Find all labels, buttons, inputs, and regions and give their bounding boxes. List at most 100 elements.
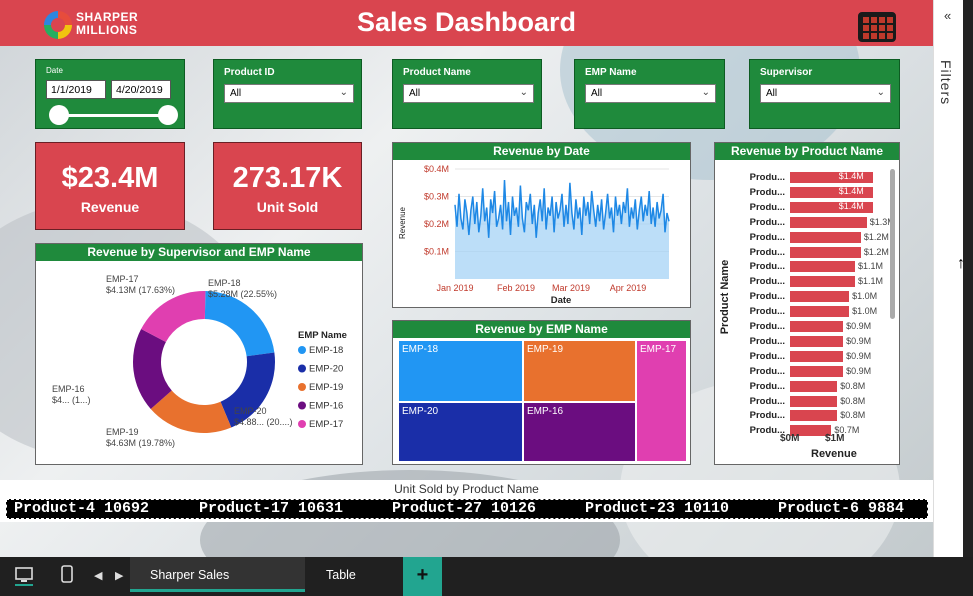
previous-page-icon[interactable]: ◀	[94, 569, 102, 582]
tab-table-view[interactable]: Table View	[306, 557, 402, 592]
revenue-by-supervisor-chart[interactable]: Revenue by Supervisor and EMP Name EMP-1…	[35, 243, 363, 465]
legend-marker	[298, 401, 306, 410]
collapse-filters-icon[interactable]: «	[944, 8, 951, 23]
revenue-by-emp-treemap[interactable]: Revenue by EMP Name EMP-18 EMP-19 EMP-17…	[392, 320, 691, 465]
legend-item[interactable]: EMP-16	[309, 401, 343, 412]
bar-row[interactable]: Produ... $1.1M	[715, 275, 895, 288]
emp-name-slicer[interactable]: EMP Name All ⌄	[574, 59, 725, 129]
supervisor-dropdown[interactable]: All ⌄	[760, 84, 891, 103]
bar[interactable]	[790, 395, 838, 407]
donut-label-name: EMP-20	[234, 406, 267, 416]
bar-category-label: Produ...	[749, 410, 785, 422]
units-sold-card[interactable]: 273.17K Unit Sold	[213, 142, 362, 230]
legend-item[interactable]: EMP-17	[309, 419, 343, 430]
donut-slice-emp-18[interactable]	[204, 291, 275, 357]
y-tick-label: $0.2M	[424, 219, 449, 229]
treemap-cell-emp-18[interactable]: EMP-18	[398, 340, 523, 402]
bar-row[interactable]: Produ... $0.7M	[715, 424, 895, 437]
product-name-dropdown[interactable]: All ⌄	[403, 84, 534, 103]
bar-row[interactable]: Produ... $1.0M	[715, 305, 895, 318]
donut-label-value: $4... (1...)	[52, 395, 91, 405]
bar[interactable]	[790, 321, 844, 332]
revenue-by-product-chart[interactable]: Revenue by Product Name Product Name Pro…	[714, 142, 900, 465]
supervisor-slicer[interactable]: Supervisor All ⌄	[749, 59, 900, 129]
table-grid-icon[interactable]	[858, 12, 896, 42]
bar[interactable]	[790, 291, 850, 303]
legend-marker	[298, 346, 306, 354]
start-date-handle[interactable]	[49, 105, 69, 125]
line-chart: $0.4M $0.3M $0.2M $0.1M Jan 2019 Feb 2019 Mar …	[398, 164, 670, 306]
bar[interactable]	[790, 335, 844, 347]
filters-label[interactable]: Filters	[938, 60, 954, 105]
bar-chart-scrollbar[interactable]	[890, 169, 895, 319]
emp-name-dropdown[interactable]: All ⌄	[585, 84, 716, 103]
bar-value-label: $0.8M	[840, 380, 866, 391]
bar-row[interactable]: Produ... $1.4M	[715, 186, 895, 199]
page-tab-bar: ◀ ▶ Sharper Sales Dashboard Table View +	[0, 557, 973, 596]
emp-name-value: All	[591, 88, 603, 99]
dashboard-header: SHARPER MILLIONS Sales Dashboard	[0, 0, 933, 46]
bar[interactable]	[790, 231, 861, 243]
bar[interactable]	[790, 410, 838, 422]
start-date-input[interactable]: 1/1/2019	[46, 80, 106, 99]
bar-row[interactable]: Produ... $0.8M	[715, 409, 895, 422]
mouse-cursor-icon: ↑	[957, 255, 965, 272]
treemap-cell-emp-20[interactable]: EMP-20	[398, 402, 523, 462]
legend-item[interactable]: EMP-20	[309, 364, 343, 375]
bar-row[interactable]: Produ... $0.8M	[715, 395, 895, 408]
ticker-item: Product-27 10126	[392, 500, 537, 517]
legend-item[interactable]: EMP-18	[309, 345, 343, 356]
app-root: SHARPER MILLIONS Sales Dashboard Date 1/…	[0, 0, 973, 596]
add-page-button[interactable]: +	[403, 557, 442, 596]
bar[interactable]	[790, 365, 844, 377]
bar-row[interactable]: Produ... $0.9M	[715, 350, 895, 363]
bar-row[interactable]: Produ... $0.9M	[715, 335, 895, 348]
tab-sharper-sales-dashboard[interactable]: Sharper Sales Dashboard	[130, 557, 305, 592]
bar-category-label: Produ...	[749, 395, 785, 407]
treemap-cell-emp-17[interactable]: EMP-17	[636, 340, 687, 462]
bar[interactable]	[790, 216, 867, 228]
product-name-slicer[interactable]: Product Name All ⌄	[392, 59, 542, 129]
bar-row[interactable]: Produ... $0.9M	[715, 320, 895, 333]
bar-value-label: $0.9M	[846, 350, 872, 361]
bar[interactable]	[790, 380, 838, 392]
next-page-icon[interactable]: ▶	[115, 569, 123, 582]
bar[interactable]	[790, 350, 844, 362]
filters-pane[interactable]: « Filters	[933, 0, 963, 557]
revenue-by-date-chart[interactable]: Revenue by Date $0.4M $0.3M $0.2M $0.1M Jan …	[392, 142, 691, 308]
bar-row[interactable]: Produ... $1.3M	[715, 216, 895, 229]
bar-value-label: $1.4M	[838, 171, 864, 181]
product-id-slicer[interactable]: Product ID All ⌄	[213, 59, 362, 129]
x-tick-label: Mar 2019	[552, 283, 590, 293]
bar[interactable]	[790, 276, 855, 288]
bar-chart-title: Revenue by Product Name	[715, 143, 899, 160]
bar-row[interactable]: Produ... $1.1M	[715, 260, 895, 273]
donut-label-name: EMP-17	[106, 274, 139, 284]
bar[interactable]	[790, 306, 850, 318]
product-id-value: All	[230, 88, 242, 99]
date-slicer[interactable]: Date 1/1/2019 4/20/2019	[35, 59, 185, 129]
donut-label-value: $4.88... (20....)	[234, 417, 293, 427]
legend-item[interactable]: EMP-19	[309, 382, 343, 393]
bar-value-label: $0.8M	[840, 395, 866, 406]
bar-row[interactable]: Produ... $0.9M	[715, 365, 895, 378]
end-date-handle[interactable]	[158, 105, 178, 125]
desktop-view-icon[interactable]	[14, 565, 34, 592]
bar-row[interactable]: Produ... $1.0M	[715, 290, 895, 303]
donut-label-value: $4.13M (17.63%)	[106, 285, 175, 295]
end-date-input[interactable]: 4/20/2019	[111, 80, 171, 99]
product-id-dropdown[interactable]: All ⌄	[224, 84, 354, 103]
bar-row[interactable]: Produ... $1.4M	[715, 201, 895, 214]
mobile-view-icon[interactable]	[60, 565, 74, 590]
bar-row[interactable]: Produ... $1.2M	[715, 231, 895, 244]
bar-row[interactable]: Produ... $1.2M	[715, 246, 895, 259]
y-tick-label: $0.1M	[424, 247, 449, 257]
revenue-card[interactable]: $23.4M Revenue	[35, 142, 185, 230]
bar[interactable]	[790, 246, 861, 258]
legend-marker	[298, 420, 306, 428]
bar[interactable]	[790, 261, 855, 273]
treemap-cell-emp-16[interactable]: EMP-16	[523, 402, 636, 462]
bar-row[interactable]: Produ... $0.8M	[715, 380, 895, 393]
bar-row[interactable]: Produ... $1.4M	[715, 171, 895, 184]
treemap-cell-emp-19[interactable]: EMP-19	[523, 340, 636, 402]
